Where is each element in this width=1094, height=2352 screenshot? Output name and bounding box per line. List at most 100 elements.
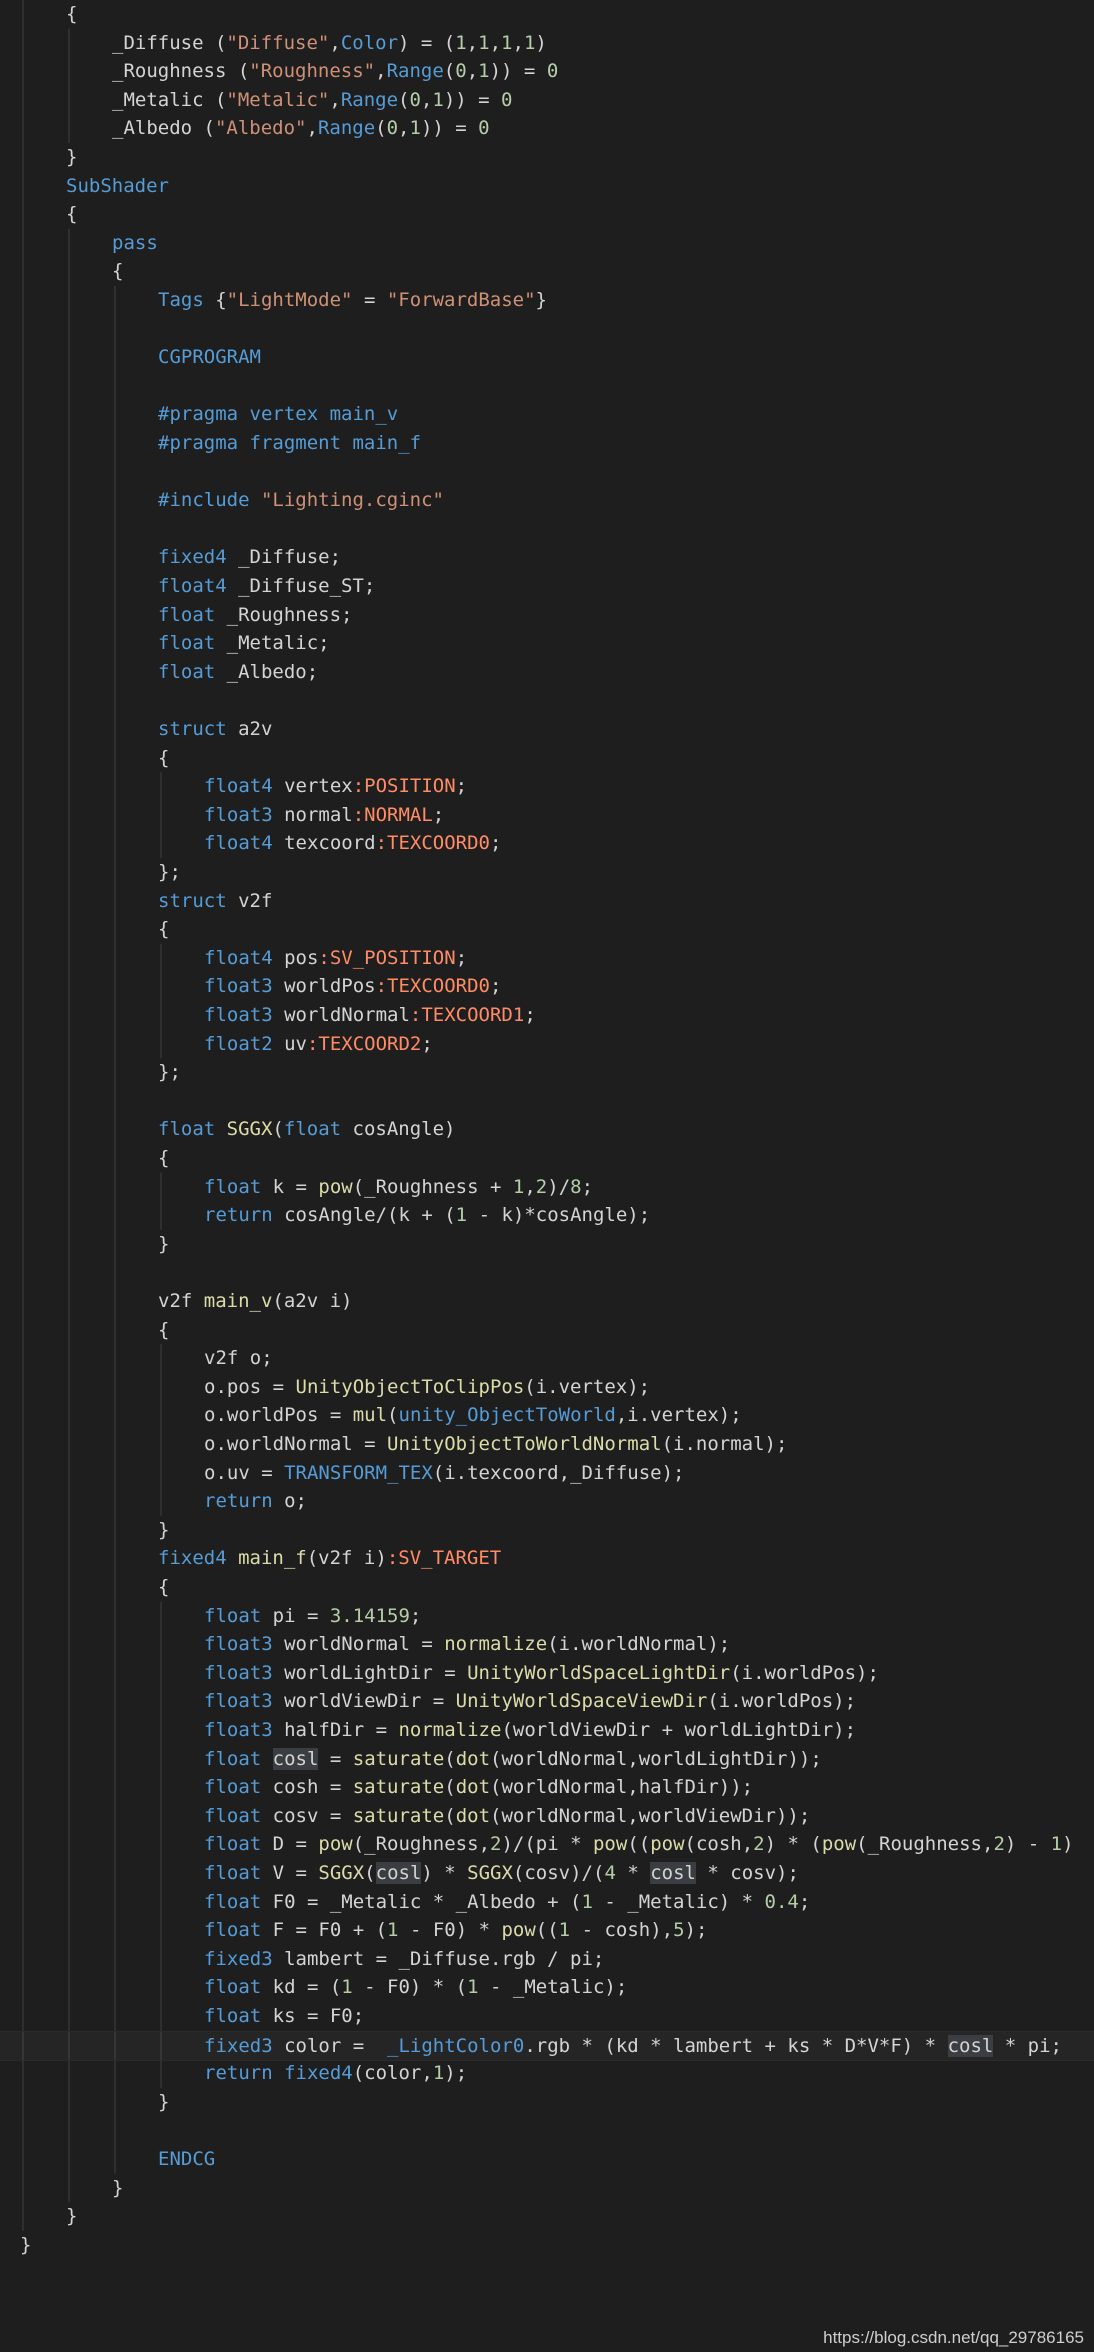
code-line[interactable]: } (0, 2231, 31, 2259)
code-line[interactable]: { (0, 1316, 169, 1344)
code-line[interactable]: #pragma vertex main_v (0, 400, 398, 428)
code-line[interactable]: float ks = F0; (0, 2002, 364, 2030)
code-token: lambert = _Diffuse.rgb / pi; (272, 1947, 605, 1970)
code-line[interactable]: return fixed4(color,1); (0, 2059, 467, 2087)
code-token: { (215, 289, 227, 311)
code-token: ) = ( (398, 31, 456, 54)
code-line[interactable]: float2 uv:TEXCOORD2; (0, 1030, 433, 1058)
code-line[interactable]: float V = SGGX(cosl) * SGGX(cosv)/(4 * c… (0, 1859, 799, 1887)
code-line[interactable]: _Metalic ("Metalic",Range(0,1)) = 0 (0, 86, 512, 114)
code-token: ); (684, 1919, 708, 1942)
code-line[interactable]: o.worldNormal = UnityObjectToWorldNormal… (0, 1430, 787, 1458)
code-line[interactable]: } (0, 2202, 77, 2230)
code-line[interactable] (0, 1258, 20, 1286)
code-line[interactable] (0, 315, 20, 343)
code-line[interactable]: float SGGX(float cosAngle) (0, 1115, 455, 1143)
code-line[interactable]: struct v2f (0, 887, 272, 915)
code-token: cosh = (261, 1776, 353, 1799)
code-line[interactable]: } (0, 1516, 169, 1544)
code-line[interactable]: float3 worldNormal = normalize(i.worldNo… (0, 1630, 730, 1658)
code-line[interactable]: float3 worldPos:TEXCOORD0; (0, 972, 501, 1000)
code-line[interactable]: pass (0, 229, 158, 257)
code-line[interactable]: #pragma fragment main_f (0, 429, 421, 457)
code-line[interactable]: CGPROGRAM (0, 343, 261, 371)
code-line[interactable]: float4 vertex:POSITION; (0, 772, 467, 800)
code-line[interactable]: float3 worldLightDir = UnityWorldSpaceLi… (0, 1659, 879, 1687)
code-line[interactable]: _Diffuse ("Diffuse",Color) = (1,1,1,1) (0, 29, 547, 57)
code-line[interactable]: _Albedo ("Albedo",Range(0,1)) = 0 (0, 114, 490, 142)
code-token: 1 (387, 1919, 399, 1942)
code-token: ,i.vertex); (615, 1404, 742, 1427)
code-line[interactable]: } (0, 2088, 169, 2116)
code-token: ) (1062, 1833, 1074, 1856)
code-line[interactable]: float F0 = _Metalic * _Albedo + (1 - _Me… (0, 1888, 810, 1916)
code-line[interactable]: #include "Lighting.cginc" (0, 486, 444, 514)
code-line[interactable]: } (0, 2174, 123, 2202)
code-line[interactable] (0, 458, 20, 486)
code-line[interactable]: { (0, 257, 123, 285)
code-line[interactable] (0, 1087, 20, 1115)
code-line[interactable]: } (0, 143, 77, 171)
code-token: fixed4 (158, 546, 227, 569)
code-line[interactable]: Tags {"LightMode" = "ForwardBase"} (0, 286, 547, 314)
code-line[interactable]: { (0, 744, 169, 772)
code-line[interactable]: return cosAngle/(k + (1 - k)*cosAngle); (0, 1201, 650, 1229)
code-line[interactable]: float _Metalic; (0, 629, 330, 657)
code-line[interactable]: float _Albedo; (0, 658, 318, 686)
code-token: { (158, 746, 170, 769)
code-editor[interactable]: {_Diffuse ("Diffuse",Color) = (1,1,1,1) _… (0, 0, 1094, 2352)
code-token: float3 (204, 1633, 273, 1656)
code-line[interactable]: SubShader (0, 172, 169, 200)
code-line[interactable]: } (0, 1230, 169, 1258)
code-line[interactable]: v2f main_v(a2v i) (0, 1287, 352, 1315)
code-line[interactable]: float3 worldNormal:TEXCOORD1; (0, 1001, 536, 1029)
code-line[interactable] (0, 686, 20, 714)
code-line[interactable]: o.worldPos = mul(unity_ObjectToWorld,i.v… (0, 1401, 742, 1429)
code-token: Range (386, 60, 444, 83)
code-line[interactable]: float D = pow(_Roughness,2)/(pi * pow((p… (0, 1830, 1074, 1858)
code-token: (worldNormal,worldLightDir)); (490, 1747, 822, 1770)
code-line[interactable]: struct a2v (0, 715, 272, 743)
code-line[interactable]: float kd = (1 - F0) * (1 - _Metalic); (0, 1973, 627, 2001)
code-line[interactable]: }; (0, 1058, 181, 1086)
code-token: (i.normal); (661, 1433, 788, 1455)
code-line[interactable]: float4 pos:SV_POSITION; (0, 944, 467, 972)
code-line[interactable]: ENDCG (0, 2145, 215, 2173)
code-line[interactable] (0, 2116, 20, 2144)
code-line[interactable]: fixed4 main_f(v2f i):SV_TARGET (0, 1544, 501, 1572)
code-line[interactable]: { (0, 200, 77, 228)
code-line[interactable]: float cosh = saturate(dot(worldNormal,ha… (0, 1773, 753, 1801)
code-line[interactable]: float3 normal:NORMAL; (0, 801, 444, 829)
code-line[interactable]: { (0, 1573, 169, 1601)
code-line[interactable]: float3 halfDir = normalize(worldViewDir … (0, 1716, 856, 1744)
code-line[interactable]: float cosl = saturate(dot(worldNormal,wo… (0, 1745, 822, 1773)
code-line[interactable]: o.pos = UnityObjectToClipPos(i.vertex); (0, 1373, 650, 1401)
code-line[interactable]: o.uv = TRANSFORM_TEX(i.texcoord,_Diffuse… (0, 1459, 684, 1487)
code-line[interactable]: float _Roughness; (0, 601, 352, 629)
code-line[interactable]: float3 worldViewDir = UnityWorldSpaceVie… (0, 1687, 856, 1715)
code-line[interactable]: float F = F0 + (1 - F0) * pow((1 - cosh)… (0, 1916, 707, 1944)
code-line[interactable] (0, 372, 20, 400)
code-token: :TEXCOORD2 (306, 1032, 422, 1055)
code-token: } (20, 2233, 32, 2256)
code-line[interactable]: float k = pow(_Roughness + 1,2)/8; (0, 1173, 593, 1201)
code-token: struct (158, 718, 227, 740)
code-line[interactable]: return o; (0, 1487, 307, 1515)
code-line[interactable]: { (0, 1144, 169, 1172)
code-line[interactable]: float4 texcoord:TEXCOORD0; (0, 829, 501, 857)
code-line[interactable]: { (0, 915, 169, 943)
code-line[interactable]: { (0, 0, 77, 28)
code-line[interactable]: fixed3 color = _LightColor0.rgb * (kd * … (0, 2030, 1094, 2061)
code-line[interactable] (0, 515, 20, 543)
code-token: fixed3 (204, 2034, 273, 2057)
code-line[interactable]: fixed3 lambert = _Diffuse.rgb / pi; (0, 1945, 604, 1973)
code-line[interactable]: v2f o; (0, 1344, 273, 1372)
code-line[interactable]: float pi = 3.14159; (0, 1602, 421, 1630)
code-line[interactable]: }; (0, 858, 181, 886)
code-token: return (204, 1490, 273, 1513)
code-line[interactable]: _Roughness ("Roughness",Range(0,1)) = 0 (0, 57, 558, 85)
code-line[interactable]: float cosv = saturate(dot(worldNormal,wo… (0, 1802, 810, 1830)
code-line[interactable]: float4 _Diffuse_ST; (0, 572, 375, 600)
code-token: float (204, 2005, 262, 2027)
code-line[interactable]: fixed4 _Diffuse; (0, 543, 341, 571)
